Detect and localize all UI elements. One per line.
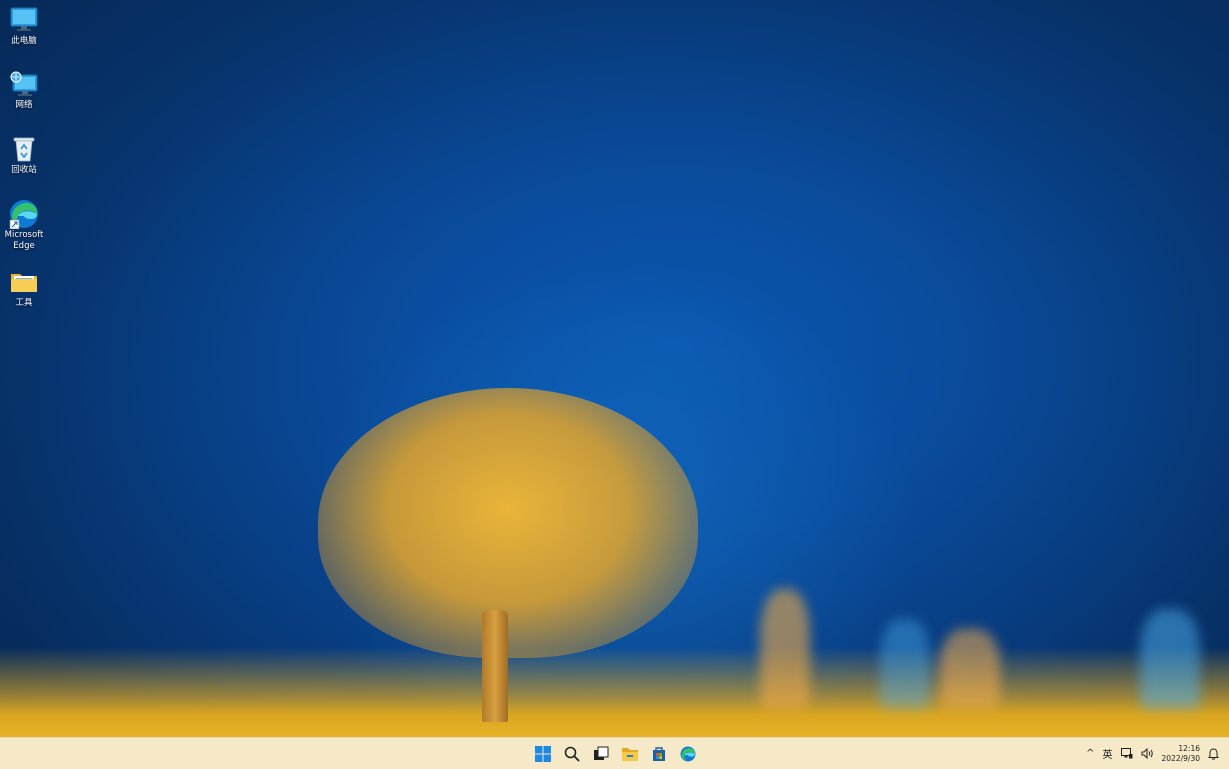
desktop-icon-label: Microsoft Edge: [4, 230, 44, 251]
wallpaper-grass: [940, 629, 1000, 709]
desktop-icon-label: 工具: [15, 298, 33, 308]
desktop-icon-edge[interactable]: Microsoft Edge: [2, 200, 46, 252]
wallpaper-grass: [760, 589, 810, 709]
wallpaper-tree-trunk: [482, 610, 508, 722]
microsoft-store-icon: [652, 746, 665, 761]
notification-button[interactable]: [1208, 747, 1219, 760]
wallpaper-tree-crown: [318, 388, 698, 658]
wallpaper-grass: [880, 619, 930, 709]
desktop-icon-label: 此电脑: [11, 36, 37, 46]
taskbar-apps: [532, 738, 698, 769]
desktop-wallpaper: 此电脑 网络 回收站 Microsoft Edge 工具: [0, 0, 1229, 737]
edge-icon: [680, 746, 695, 761]
desktop-icon-label: 回收站: [11, 165, 37, 175]
start-button[interactable]: [532, 743, 553, 764]
edge-icon: [9, 200, 39, 229]
desktop-icon-recycle-bin[interactable]: 回收站: [2, 135, 46, 176]
network-icon: [9, 70, 39, 98]
edge-taskbar-button[interactable]: [677, 743, 698, 764]
system-tray: ^ 英 12:16 2022/9/30: [1086, 738, 1219, 769]
clock-time: 12:16: [1178, 743, 1200, 753]
desktop-icon-label: 网络: [15, 100, 33, 110]
task-view-button[interactable]: [590, 743, 611, 764]
file-explorer-icon: [621, 747, 638, 761]
task-view-icon: [593, 746, 608, 760]
file-explorer-button[interactable]: [619, 743, 640, 764]
desktop-icon-this-pc[interactable]: 此电脑: [2, 6, 46, 47]
clock[interactable]: 12:16 2022/9/30: [1162, 744, 1200, 764]
recycle-bin-icon: [9, 135, 39, 163]
volume-button[interactable]: [1141, 748, 1154, 759]
desktop-icon-network[interactable]: 网络: [2, 70, 46, 111]
input-method-indicator[interactable]: 英: [1103, 746, 1113, 761]
store-button[interactable]: [648, 743, 669, 764]
wallpaper-meadow: [0, 647, 1229, 737]
windows-start-icon: [534, 745, 551, 762]
desktop-icon-tools-folder[interactable]: 工具: [2, 268, 46, 309]
clock-date: 2022/9/30: [1161, 753, 1200, 763]
taskbar: ^ 英 12:16 2022/9/30: [0, 737, 1229, 769]
this-pc-icon: [9, 6, 39, 34]
search-icon: [564, 746, 580, 762]
notification-icon: [1208, 747, 1219, 760]
folder-icon: [9, 268, 39, 296]
search-button[interactable]: [561, 743, 582, 764]
volume-icon: [1141, 748, 1153, 759]
network-status-button[interactable]: [1120, 748, 1133, 759]
show-hidden-icons-button[interactable]: ^: [1086, 748, 1094, 759]
network-status-icon: [1120, 748, 1133, 759]
wallpaper-grass: [1140, 609, 1200, 709]
